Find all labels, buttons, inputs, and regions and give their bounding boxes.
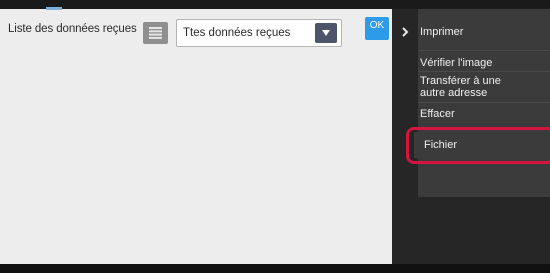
collapse-panel-button[interactable] <box>399 23 413 41</box>
ok-button[interactable]: OK <box>365 17 389 40</box>
menu-divider <box>418 50 550 51</box>
menu-item-delete[interactable]: Effacer <box>420 108 455 120</box>
data-filter-value: Ttes données reçues <box>183 27 291 39</box>
list-view-button[interactable] <box>143 22 168 44</box>
list-icon <box>149 27 162 39</box>
menu-item-check-image[interactable]: Vérifier l'image <box>420 57 492 69</box>
bottom-bar <box>0 264 550 273</box>
chevron-down-icon <box>322 30 330 36</box>
dropdown-button[interactable] <box>315 23 337 43</box>
menu-item-print[interactable]: Imprimer <box>420 26 463 38</box>
data-filter-select[interactable]: Ttes données reçues <box>176 19 342 47</box>
top-tab-indicator <box>46 7 62 10</box>
menu-item-transfer-line2: autre adresse <box>420 87 488 99</box>
menu-item-transfer[interactable]: Transférer à une autre adresse <box>420 75 501 99</box>
menu-item-file[interactable]: Fichier <box>424 139 457 151</box>
received-data-list-label: Liste des données reçues <box>8 23 137 35</box>
menu-divider <box>418 71 550 72</box>
menu-item-transfer-line1: Transférer à une <box>420 75 501 87</box>
chevron-right-icon <box>402 27 409 37</box>
menu-divider <box>418 102 550 103</box>
main-panel <box>0 9 392 264</box>
